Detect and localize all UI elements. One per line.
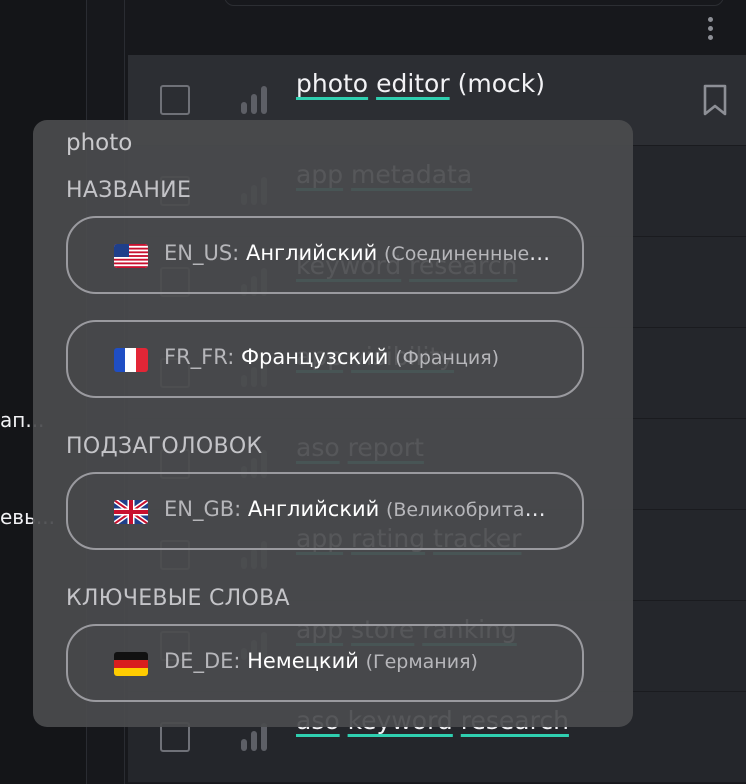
locale-option[interactable]: EN_US: Английский (Соединенные Штаты) <box>66 216 584 294</box>
locale-label: DE_DE: Немецкий (Германия) <box>164 649 554 673</box>
locale-language: Французский <box>240 345 389 369</box>
locale-language: Английский <box>247 497 380 521</box>
locale-label: EN_GB: Английский (Великобритания) <box>164 497 554 521</box>
gb-flag-icon <box>114 500 148 524</box>
section-heading: ПОДЗАГОЛОВОК <box>66 434 263 459</box>
locale-option[interactable]: FR_FR: Французский (Франция) <box>66 320 584 398</box>
locale-language: Английский <box>245 241 378 265</box>
locale-region: (Великобритания) <box>385 499 554 521</box>
signal-bars-icon <box>241 86 269 114</box>
signal-bars-icon <box>241 723 269 751</box>
locale-region: (Франция) <box>395 347 500 369</box>
locale-label: FR_FR: Французский (Франция) <box>164 345 554 369</box>
locale-option[interactable]: EN_GB: Английский (Великобритания) <box>66 472 584 550</box>
de-flag-icon <box>114 652 148 676</box>
keyword-word: editor <box>376 69 450 98</box>
locale-code: EN_GB: <box>164 497 242 521</box>
locale-code: FR_FR: <box>164 345 235 369</box>
locale-popover: photo НАЗВАНИЕ EN_US: Английский (Соедине… <box>33 120 633 727</box>
keyword-suffix: (mock) <box>457 69 545 98</box>
locale-region: (Соединенные Штаты) <box>384 243 554 265</box>
locale-label: EN_US: Английский (Соединенные Штаты) <box>164 241 554 265</box>
locale-code: DE_DE: <box>164 649 241 673</box>
locale-code: EN_US: <box>164 241 240 265</box>
locale-option[interactable]: DE_DE: Немецкий (Германия) <box>66 624 584 702</box>
keyword-word: photo <box>296 69 369 98</box>
us-flag-icon <box>114 244 148 268</box>
section-heading: КЛЮЧЕВЫЕ СЛОВА <box>66 586 290 611</box>
bookmark-icon[interactable] <box>700 83 730 117</box>
row-checkbox[interactable] <box>160 85 190 115</box>
locale-region: (Германия) <box>365 651 478 673</box>
popover-query: photo <box>66 130 133 156</box>
app-stage: ап... евь... photo editor (mock)app meta… <box>0 0 746 784</box>
search-input[interactable] <box>224 0 724 6</box>
keyword-text[interactable]: photo editor (mock) <box>296 69 545 98</box>
fr-flag-icon <box>114 348 148 372</box>
section-heading: НАЗВАНИЕ <box>66 178 192 203</box>
locale-language: Немецкий <box>247 649 359 673</box>
more-options-icon[interactable] <box>698 16 722 44</box>
